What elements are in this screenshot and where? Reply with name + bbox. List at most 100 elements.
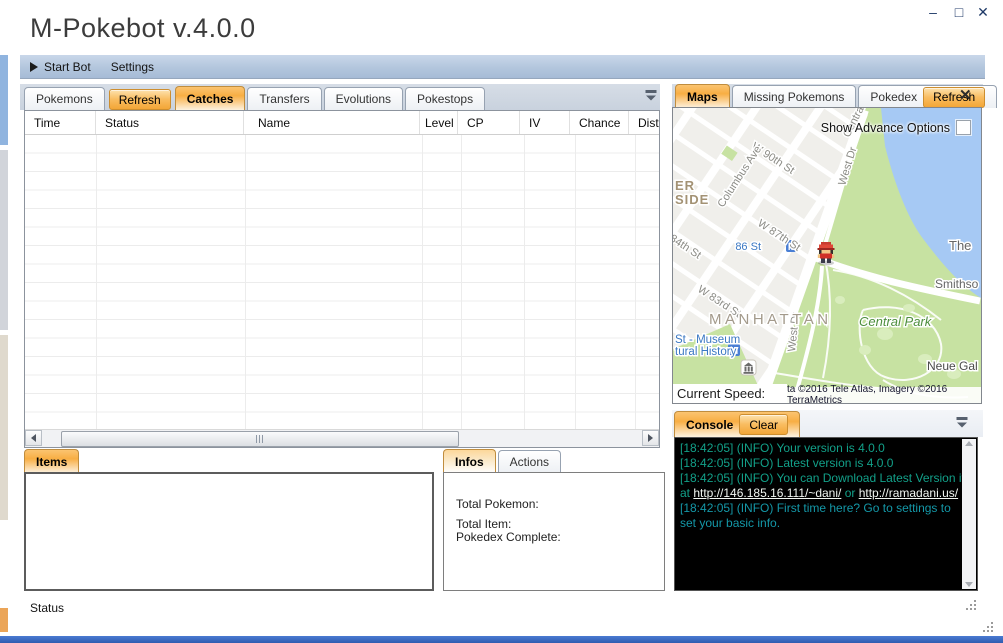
catches-table[interactable]: Time Status Name Level CP IV Chance Dist… bbox=[24, 110, 660, 448]
col-distance[interactable]: Distance bbox=[629, 111, 659, 134]
scrollbar-thumb[interactable] bbox=[61, 431, 459, 447]
poi-label: The bbox=[949, 238, 971, 253]
close-panel-icon[interactable]: ✕ bbox=[959, 86, 972, 104]
table-header[interactable]: Time Status Name Level CP IV Chance Dist… bbox=[25, 111, 659, 135]
station-label: 86 St bbox=[735, 241, 761, 253]
col-time[interactable]: Time bbox=[25, 111, 96, 134]
console-text: at bbox=[680, 486, 694, 500]
scroll-left-button[interactable] bbox=[25, 430, 42, 446]
window-resize-grip-icon[interactable] bbox=[983, 622, 995, 634]
arrow-up-icon bbox=[965, 441, 973, 446]
console-scrollbar[interactable] bbox=[962, 439, 976, 589]
total-item-label: Total Item: bbox=[456, 517, 512, 531]
trainer-sprite bbox=[817, 242, 835, 266]
tab-items-label: Items bbox=[36, 454, 68, 469]
show-advance-label: Show Advance Options bbox=[820, 120, 950, 135]
infos-tabstrip: Infos Actions bbox=[443, 449, 563, 473]
tab-pokemons[interactable]: Pokemons bbox=[24, 87, 105, 110]
pokedex-refresh-button[interactable]: Refresh bbox=[923, 86, 986, 108]
toolbar: Start Bot Settings bbox=[20, 55, 985, 79]
tab-transfers[interactable]: Transfers bbox=[247, 87, 322, 110]
tab-evolutions[interactable]: Evolutions bbox=[323, 87, 404, 110]
scroll-right-button[interactable] bbox=[642, 430, 659, 446]
col-divider bbox=[422, 135, 423, 430]
items-tabstrip: Items bbox=[24, 449, 81, 473]
pokemons-refresh-button[interactable]: Refresh bbox=[108, 89, 171, 110]
station-label: tural History bbox=[675, 346, 737, 358]
console-line: [18:42:05] (INFO) Your version is 4.0.0 bbox=[680, 441, 885, 455]
background-artifact bbox=[0, 150, 8, 330]
total-pokemon-label: Total Pokemon: bbox=[456, 497, 539, 511]
settings-button[interactable]: Settings bbox=[101, 55, 164, 78]
close-button[interactable]: ✕ bbox=[972, 2, 994, 22]
tab-infos[interactable]: Infos bbox=[443, 449, 496, 473]
current-speed-label: Current Speed: bbox=[673, 384, 787, 403]
col-iv[interactable]: IV bbox=[520, 111, 570, 134]
tab-infos-label: Infos bbox=[455, 454, 484, 469]
tab-missing-pokemons[interactable]: Missing Pokemons bbox=[731, 85, 857, 108]
grip-icon bbox=[255, 435, 265, 443]
tab-actions[interactable]: Actions bbox=[497, 450, 562, 473]
console-log: [18:42:05] (INFO) Your version is 4.0.0 … bbox=[674, 437, 978, 591]
console-dock-options-icon[interactable] bbox=[956, 417, 968, 428]
tab-pokedex-label: Pokedex bbox=[870, 90, 918, 104]
infos-panel: Total Pokemon: Total Item: Pokedex Compl… bbox=[443, 472, 665, 591]
col-divider bbox=[461, 135, 462, 430]
console-line: [18:42:05] (INFO) Latest version is 4.0.… bbox=[680, 456, 894, 470]
region-label: SIDE bbox=[675, 192, 709, 207]
minimize-button[interactable]: – bbox=[922, 2, 944, 22]
arrow-right-icon bbox=[648, 434, 653, 442]
table-body[interactable] bbox=[25, 135, 659, 430]
refresh-label: Refresh bbox=[118, 92, 161, 107]
tab-maps[interactable]: Maps bbox=[675, 84, 730, 108]
col-chance[interactable]: Chance bbox=[570, 111, 629, 134]
arrow-left-icon bbox=[31, 434, 36, 442]
arrow-down-icon bbox=[965, 582, 973, 587]
start-bot-label: Start Bot bbox=[44, 59, 91, 74]
items-panel[interactable] bbox=[24, 472, 434, 591]
central-park-label: Central Park bbox=[859, 314, 933, 329]
tab-pokestops-label: Pokestops bbox=[417, 92, 474, 106]
console-clear-button[interactable]: Clear bbox=[739, 414, 789, 435]
console-tabstrip: Console Clear bbox=[674, 411, 802, 437]
right-tabstrip: Maps Missing Pokemons Pokedex Refresh bbox=[675, 84, 999, 108]
tab-console[interactable]: Console Clear bbox=[674, 411, 801, 437]
horizontal-scrollbar[interactable] bbox=[25, 429, 659, 447]
tab-items[interactable]: Items bbox=[24, 449, 80, 473]
start-bot-button[interactable]: Start Bot bbox=[20, 55, 101, 78]
maximize-button[interactable]: □ bbox=[948, 2, 970, 22]
station-label: St - Museum bbox=[675, 334, 740, 346]
advance-options-checkbox[interactable] bbox=[956, 120, 971, 135]
col-level[interactable]: Level bbox=[420, 111, 458, 134]
dock-options-icon[interactable] bbox=[645, 90, 657, 101]
museum-poi-icon bbox=[740, 359, 757, 376]
download-link-2[interactable]: http://ramadani.us/ bbox=[859, 486, 958, 500]
tab-catches[interactable]: Catches bbox=[174, 86, 246, 110]
console-line: at http://146.185.16.111/~dani/ or http:… bbox=[680, 486, 972, 501]
col-status[interactable]: Status bbox=[96, 111, 244, 134]
resize-grip-icon[interactable] bbox=[966, 600, 978, 612]
tab-evolutions-label: Evolutions bbox=[335, 92, 392, 106]
col-divider bbox=[96, 135, 97, 430]
console-line: set your basic info. bbox=[680, 516, 781, 530]
tab-console-label: Console bbox=[686, 417, 734, 432]
map-view[interactable]: M M W 90th St Columbus Ave W 87th St 84t… bbox=[672, 107, 982, 404]
window-title: M-Pokebot v.4.0.0 bbox=[30, 13, 256, 43]
tab-pokedex[interactable]: Pokedex Refresh bbox=[858, 85, 998, 108]
show-advance-options: Show Advance Options bbox=[821, 120, 971, 135]
poi-label: Neue Gal bbox=[927, 359, 978, 373]
tab-pokestops[interactable]: Pokestops bbox=[405, 87, 486, 110]
left-tabstrip: Pokemons Refresh Catches Transfers Evolu… bbox=[24, 86, 487, 110]
tab-transfers-label: Transfers bbox=[259, 92, 310, 106]
col-divider bbox=[575, 135, 576, 430]
settings-label: Settings bbox=[110, 59, 155, 74]
col-cp[interactable]: CP bbox=[458, 111, 520, 134]
console-line: [18:42:05] (INFO) You can Download Lates… bbox=[680, 471, 965, 485]
col-name[interactable]: Name bbox=[244, 111, 420, 134]
pokedex-complete-label: Pokedex Complete: bbox=[456, 530, 561, 544]
status-label: Status bbox=[30, 601, 65, 615]
tab-pokemons-label: Pokemons bbox=[36, 92, 93, 106]
play-icon bbox=[30, 61, 38, 72]
download-link-1[interactable]: http://146.185.16.111/~dani/ bbox=[693, 486, 841, 500]
manhattan-label: MANHATTAN bbox=[709, 311, 832, 328]
